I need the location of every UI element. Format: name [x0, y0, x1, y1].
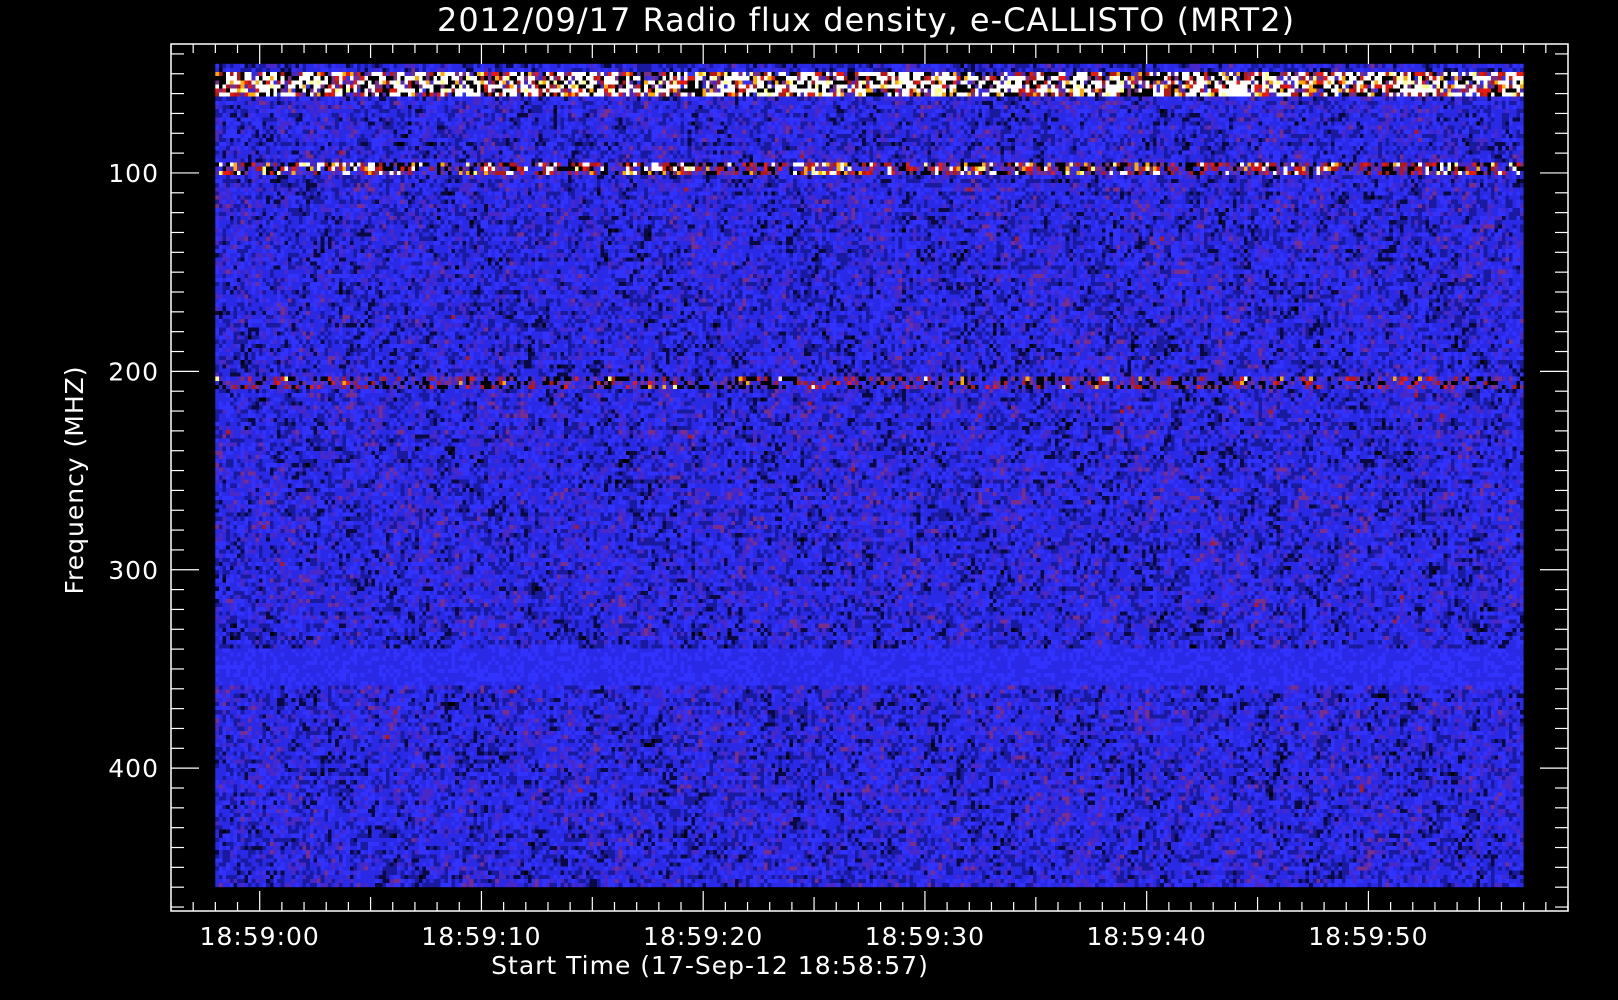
y-tick-label: 400	[108, 754, 159, 783]
x-tick-label: 18:59:20	[643, 922, 763, 951]
x-tick-label: 18:59:10	[421, 922, 541, 951]
spectrogram-heatmap	[215, 63, 1524, 888]
y-tick-label: 100	[108, 159, 159, 188]
x-tick-label: 18:59:00	[200, 922, 320, 951]
y-tick-label: 300	[108, 556, 159, 585]
y-tick-label: 200	[108, 357, 159, 386]
x-tick-label: 18:59:50	[1308, 922, 1428, 951]
x-tick-label: 18:59:40	[1087, 922, 1207, 951]
chart-title: 2012/09/17 Radio flux density, e-CALLIST…	[437, 1, 1295, 39]
x-axis-label: Start Time (17-Sep-12 18:58:57)	[491, 951, 929, 980]
spectrogram-chart: 2012/09/17 Radio flux density, e-CALLIST…	[0, 0, 1618, 1000]
x-tick-label: 18:59:30	[865, 922, 985, 951]
y-axis-label: Frequency (MHZ)	[60, 365, 89, 594]
